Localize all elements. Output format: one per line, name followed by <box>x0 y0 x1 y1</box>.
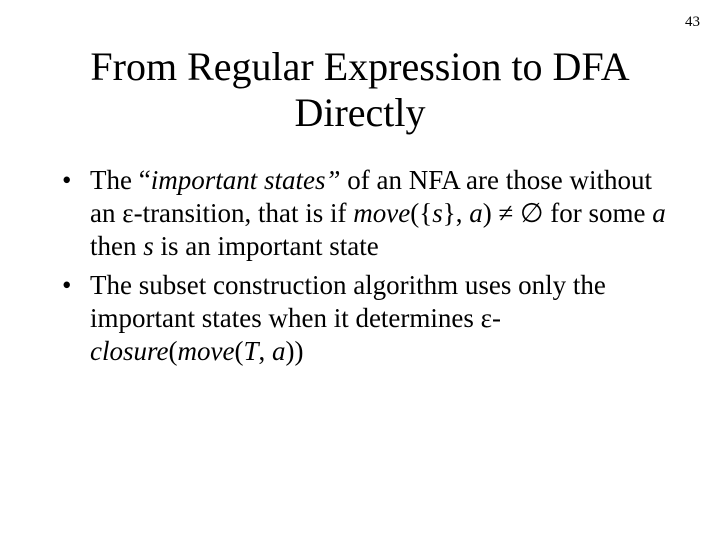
bullet-item: The subset construction algorithm uses o… <box>62 269 670 368</box>
var-a: a <box>272 336 286 366</box>
var-a: a <box>469 198 483 228</box>
bullet-item: The “important states” of an NFA are tho… <box>62 164 670 263</box>
text: The <box>90 165 139 195</box>
text: }, <box>443 198 469 228</box>
text: )) <box>285 336 303 366</box>
slide-title: From Regular Expression to DFA Directly <box>50 44 670 136</box>
text: ({ <box>410 198 432 228</box>
text: is an important state <box>154 231 379 261</box>
text: The subset construction algorithm uses o… <box>90 270 606 333</box>
var-s: s <box>432 198 443 228</box>
var-s: s <box>143 231 154 261</box>
bullet-list: The “important states” of an NFA are tho… <box>50 164 670 368</box>
text: “ <box>139 165 151 195</box>
var-a: a <box>652 198 666 228</box>
slide: 43 From Regular Expression to DFA Direct… <box>0 0 720 540</box>
move-function: move <box>177 336 234 366</box>
page-number: 43 <box>685 14 700 31</box>
closure-function: closure <box>90 336 168 366</box>
text: , <box>258 336 272 366</box>
move-function: move <box>353 198 410 228</box>
text: then <box>90 231 143 261</box>
text: ) ≠ ∅ for some <box>483 198 653 228</box>
var-T: T <box>243 336 258 366</box>
emphasis: important states” <box>151 165 341 195</box>
